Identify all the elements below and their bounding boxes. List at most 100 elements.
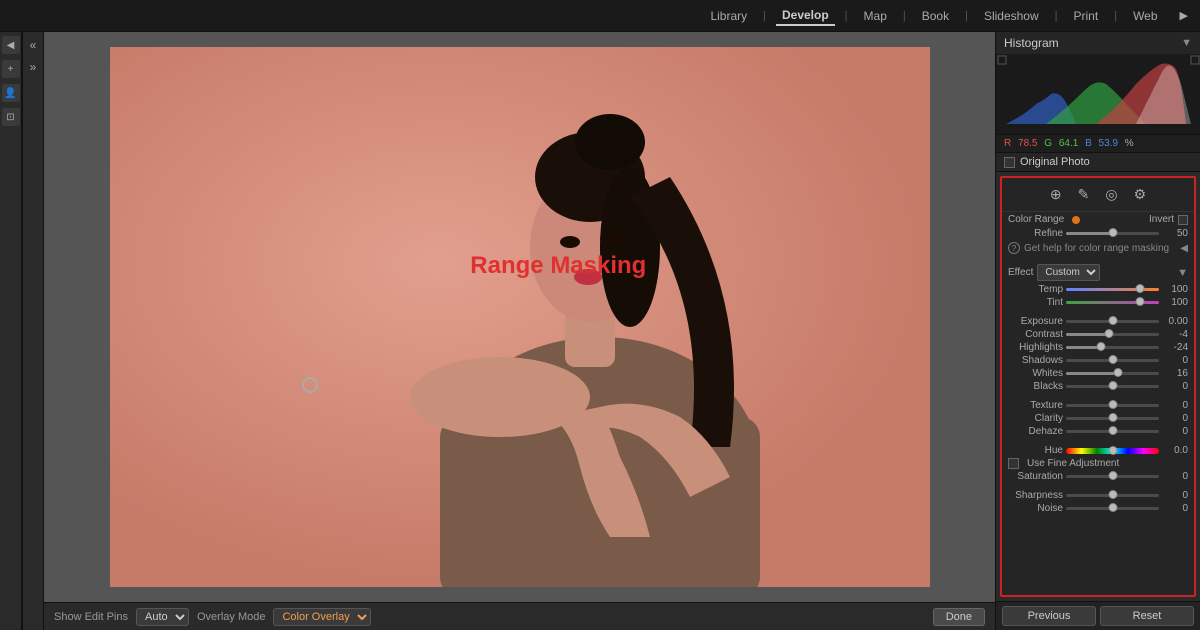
effect-label: Effect [1008,267,1033,278]
tint-label: Tint [1008,297,1063,308]
clarity-label: Clarity [1008,413,1063,424]
sidebar-crop-btn[interactable]: ⊡ [2,108,20,126]
color-range-dot [1072,216,1080,224]
main-layout: ◀ + 👤 ⊡ « » [0,32,1200,630]
r-value: 78.5 [1018,138,1037,149]
blacks-thumb[interactable] [1108,381,1117,390]
original-photo-checkbox[interactable] [1004,157,1015,168]
g-value: 64.1 [1059,138,1078,149]
photo-canvas: Range Masking [110,47,930,587]
saturation-thumb[interactable] [1108,471,1117,480]
clarity-track[interactable] [1066,417,1159,420]
color-range-label: Color Range [1008,214,1068,225]
refine-fill [1066,232,1113,235]
help-text: Get help for color range masking [1024,243,1169,254]
hue-thumb[interactable] [1108,446,1117,455]
r-label: R [1004,138,1011,149]
saturation-track[interactable] [1066,475,1159,478]
clarity-thumb[interactable] [1108,413,1117,422]
show-edit-pins-dropdown[interactable]: Auto [136,608,189,626]
whites-row: Whites 16 [1002,367,1194,380]
done-button[interactable]: Done [933,608,985,626]
temp-track[interactable] [1066,288,1159,291]
exposure-thumb[interactable] [1108,316,1117,325]
dehaze-track[interactable] [1066,430,1159,433]
color-range-icon[interactable]: ◎ [1103,184,1119,205]
settings-icon[interactable]: ⚙ [1132,184,1149,205]
contrast-thumb[interactable] [1104,329,1113,338]
highlights-track[interactable] [1066,346,1159,349]
nav-library[interactable]: Library [704,7,753,25]
noise-track[interactable] [1066,507,1159,510]
texture-track[interactable] [1066,404,1159,407]
nav-links: Library | Develop | Map | Book | Slidesh… [704,6,1188,26]
mask-pin[interactable] [302,377,318,393]
saturation-value: 0 [1162,471,1188,482]
contrast-label: Contrast [1008,329,1063,340]
nav-sep-5: | [1055,10,1058,22]
whites-track[interactable] [1066,372,1159,375]
hue-track[interactable] [1066,448,1159,454]
sidebar-expand-btn[interactable]: ◀ [2,36,20,54]
nav-slideshow[interactable]: Slideshow [978,7,1045,25]
help-arrow-icon: ◀ [1180,243,1188,254]
clarity-row: Clarity 0 [1002,412,1194,425]
sidebar-portrait-btn[interactable]: 👤 [2,84,20,102]
sharpness-track[interactable] [1066,494,1159,497]
exposure-row: Exposure 0.00 [1002,315,1194,328]
whites-fill [1066,372,1118,375]
nav-print[interactable]: Print [1068,7,1105,25]
show-edit-pins-label: Show Edit Pins [54,611,128,623]
collapse-icon[interactable]: » [24,58,42,76]
contrast-row: Contrast -4 [1002,328,1194,341]
effect-row: Effect Custom ▼ [1002,262,1194,283]
invert-label: Invert [1149,214,1174,225]
help-icon[interactable]: ? [1008,242,1020,254]
effect-dropdown[interactable]: Custom [1037,264,1100,281]
overlay-mode-dropdown[interactable]: Color Overlay [273,608,371,626]
saturation-label: Saturation [1008,471,1063,482]
fine-adj-checkbox[interactable] [1008,458,1019,469]
shadows-thumb[interactable] [1108,355,1117,364]
dehaze-thumb[interactable] [1108,426,1117,435]
whites-value: 16 [1162,368,1188,379]
contrast-track[interactable] [1066,333,1159,336]
photo-background [110,47,930,587]
sidebar-add-btn[interactable]: + [2,60,20,78]
texture-label: Texture [1008,400,1063,411]
exposure-track[interactable] [1066,320,1159,323]
refine-track[interactable] [1066,232,1159,235]
shadows-track[interactable] [1066,359,1159,362]
refine-thumb[interactable] [1108,228,1117,237]
highlights-value: -24 [1162,342,1188,353]
tint-thumb[interactable] [1136,297,1145,306]
texture-thumb[interactable] [1108,400,1117,409]
noise-thumb[interactable] [1108,503,1117,512]
highlights-thumb[interactable] [1097,342,1106,351]
previous-button[interactable]: Previous [1002,606,1096,626]
reset-button[interactable]: Reset [1100,606,1194,626]
color-range-row: Color Range Invert [1002,212,1194,227]
expand-icon[interactable]: « [24,36,42,54]
subject-select-icon[interactable]: ⊕ [1048,184,1064,205]
highlights-label: Highlights [1008,342,1063,353]
nav-arrow-icon: ▶ [1180,9,1188,22]
nav-web[interactable]: Web [1127,7,1163,25]
nav-map[interactable]: Map [858,7,893,25]
exposure-label: Exposure [1008,316,1063,327]
invert-checkbox[interactable] [1178,215,1188,225]
nav-develop[interactable]: Develop [776,6,835,26]
whites-label: Whites [1008,368,1063,379]
whites-thumb[interactable] [1114,368,1123,377]
top-navigation: Library | Develop | Map | Book | Slidesh… [0,0,1200,32]
blacks-track[interactable] [1066,385,1159,388]
sharpness-thumb[interactable] [1108,490,1117,499]
nav-sep-4: | [965,10,968,22]
temp-thumb[interactable] [1136,284,1145,293]
bottom-bar: Show Edit Pins Auto Overlay Mode Color O… [44,602,995,630]
effect-expand-icon[interactable]: ▼ [1177,267,1188,279]
shadows-value: 0 [1162,355,1188,366]
tint-track[interactable] [1066,301,1159,304]
nav-book[interactable]: Book [916,7,955,25]
brush-icon[interactable]: ✎ [1076,184,1092,205]
